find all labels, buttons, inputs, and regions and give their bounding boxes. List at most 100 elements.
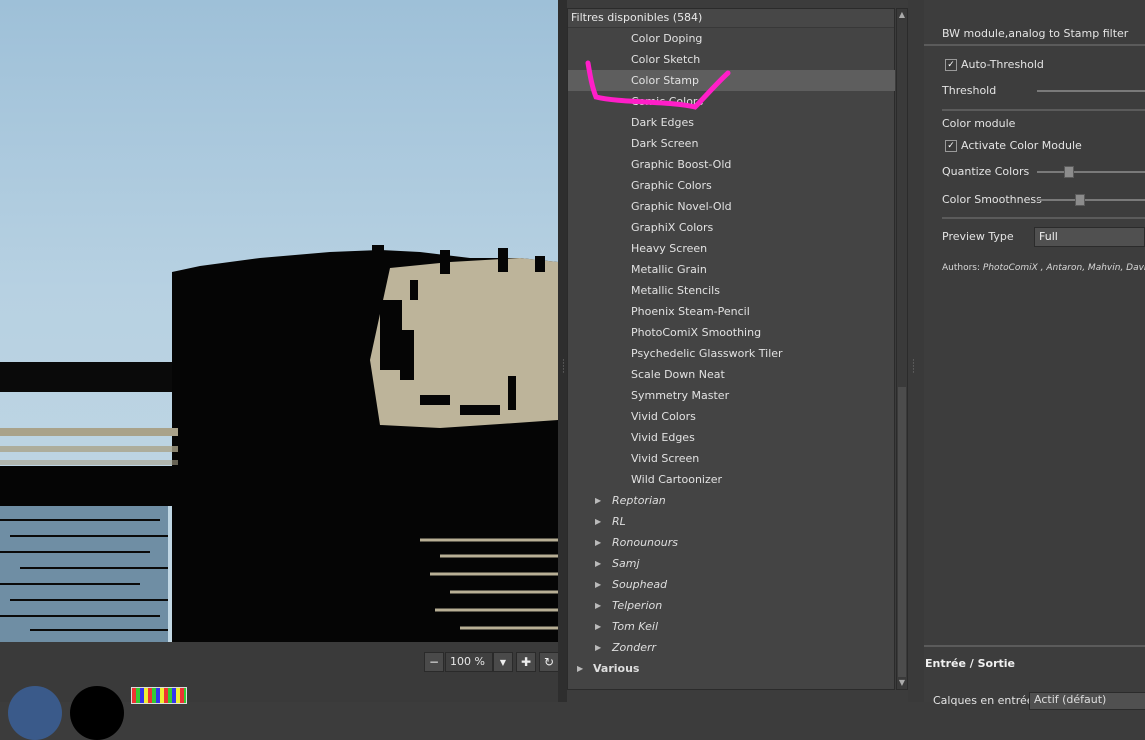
authors-names: PhotoComiX , Antaron, Mahvin, David (982, 263, 1145, 273)
filter-item-label: Dark Screen (631, 137, 699, 150)
filter-group[interactable]: ▶ Tom Keil (568, 616, 895, 637)
filter-item[interactable]: Graphic Boost-Old (568, 154, 895, 175)
filter-item[interactable]: GraphiX Colors (568, 217, 895, 238)
filter-item-label: Scale Down Neat (631, 368, 725, 381)
filter-item[interactable]: Vivid Edges (568, 427, 895, 448)
filter-item[interactable]: Graphic Colors (568, 175, 895, 196)
filter-item[interactable]: Dark Screen (568, 133, 895, 154)
threshold-label: Threshold (942, 84, 997, 97)
filter-item-label: Vivid Edges (631, 431, 695, 444)
check-icon: ✓ (947, 60, 955, 70)
preview-canvas[interactable] (0, 0, 558, 642)
filter-item[interactable]: Phoenix Steam-Pencil (568, 301, 895, 322)
filter-item-label: Metallic Stencils (631, 284, 720, 297)
filter-item-label: Metallic Grain (631, 263, 707, 276)
authors-line: Authors: PhotoComiX , Antaron, Mahvin, D… (942, 263, 1145, 273)
filter-item-label: Wild Cartoonizer (631, 473, 723, 486)
refresh-button[interactable]: ↻ (539, 652, 559, 672)
expand-arrow-icon[interactable]: ▶ (595, 637, 601, 658)
activate-color-checkbox[interactable]: ✓ (945, 140, 957, 152)
authors-label: Authors: (942, 263, 981, 273)
thumbnail-logo[interactable] (8, 686, 62, 740)
filter-item-label: Graphic Novel-Old (631, 200, 732, 213)
grip-icon: · · · · · (912, 356, 915, 378)
scroll-up-icon[interactable]: ▲ (897, 9, 907, 21)
threshold-slider[interactable] (1037, 90, 1145, 92)
filter-item-label: Graphic Colors (631, 179, 712, 192)
divider (942, 109, 1145, 111)
scrollbar-thumb[interactable] (898, 387, 906, 677)
filter-group-top[interactable]: ▶ Various (568, 658, 895, 679)
filter-list-scrollbar[interactable]: ▲ ▼ (896, 8, 908, 690)
filter-item-label: GraphiX Colors (631, 221, 714, 234)
filter-item[interactable]: Vivid Colors (568, 406, 895, 427)
filter-item-label: Vivid Colors (631, 410, 696, 423)
preview-image (0, 245, 558, 642)
filter-group[interactable]: ▶ Samj (568, 553, 895, 574)
quantize-colors-handle[interactable] (1064, 166, 1074, 178)
filter-item[interactable]: Metallic Grain (568, 259, 895, 280)
filter-group[interactable]: ▶ Zonderr (568, 637, 895, 658)
filter-item-label: Phoenix Steam-Pencil (631, 305, 750, 318)
check-icon: ✓ (947, 141, 955, 151)
color-smoothness-slider[interactable] (1037, 199, 1145, 201)
filter-group-label: Telperion (612, 599, 663, 612)
filter-item-label: Psychedelic Glasswork Tiler (631, 347, 783, 360)
color-smoothness-handle[interactable] (1075, 194, 1085, 206)
input-layers-select[interactable]: Actif (défaut) (1029, 692, 1145, 710)
zoom-dropdown-button[interactable]: ▼ (493, 652, 513, 672)
zoom-value[interactable]: 100 % (445, 652, 493, 672)
scroll-down-icon[interactable]: ▼ (897, 677, 907, 689)
filter-group[interactable]: ▶ Ronounours (568, 532, 895, 553)
filter-item[interactable]: Psychedelic Glasswork Tiler (568, 343, 895, 364)
zoom-in-button[interactable]: ✚ (516, 652, 536, 672)
filter-list-header: Filtres disponibles (584) (568, 9, 894, 28)
splitter-left[interactable]: · · · · · (558, 0, 567, 702)
filter-group-label: Various (593, 662, 640, 675)
filter-item[interactable]: PhotoComiX Smoothing (568, 322, 895, 343)
expand-arrow-icon[interactable]: ▶ (595, 511, 601, 532)
filter-item[interactable]: Scale Down Neat (568, 364, 895, 385)
filter-item[interactable]: Symmetry Master (568, 385, 895, 406)
divider (924, 645, 1145, 647)
annotation-highlight (585, 60, 731, 110)
auto-threshold-checkbox[interactable]: ✓ (945, 59, 957, 71)
filter-group-label: Zonderr (612, 641, 657, 654)
minus-icon: − (428, 655, 440, 669)
filter-item[interactable]: Wild Cartoonizer (568, 469, 895, 490)
filter-item[interactable]: Heavy Screen (568, 238, 895, 259)
thumbnail-palette[interactable] (131, 687, 187, 704)
filter-item-label: Symmetry Master (631, 389, 730, 402)
refresh-icon: ↻ (543, 655, 555, 669)
divider (924, 44, 1145, 46)
preview-type-select[interactable]: Full (1034, 227, 1145, 247)
expand-arrow-icon[interactable]: ▶ (595, 490, 601, 511)
quantize-colors-slider[interactable] (1037, 171, 1145, 173)
filter-item-label: Vivid Screen (631, 452, 700, 465)
filter-item[interactable]: Color Doping (568, 28, 895, 49)
expand-arrow-icon[interactable]: ▶ (577, 658, 583, 679)
filter-item-label: Heavy Screen (631, 242, 708, 255)
filter-group[interactable]: ▶ Souphead (568, 574, 895, 595)
quantize-colors-label: Quantize Colors (942, 165, 1030, 178)
filter-group-label: RL (612, 515, 626, 528)
divider (942, 217, 1145, 219)
filter-group[interactable]: ▶ Telperion (568, 595, 895, 616)
filter-item[interactable]: Metallic Stencils (568, 280, 895, 301)
color-module-title: Color module (942, 117, 1016, 130)
filter-group-label: Reptorian (612, 494, 666, 507)
filter-item[interactable]: Vivid Screen (568, 448, 895, 469)
splitter-right[interactable]: · · · · · (908, 0, 924, 702)
filter-group[interactable]: ▶ Reptorian (568, 490, 895, 511)
thumbnail-black[interactable] (70, 686, 124, 740)
filter-item[interactable]: Graphic Novel-Old (568, 196, 895, 217)
zoom-out-button[interactable]: − (424, 652, 444, 672)
filter-description: BW module,analog to Stamp filter (942, 27, 1129, 40)
filter-group[interactable]: ▶ RL (568, 511, 895, 532)
expand-arrow-icon[interactable]: ▶ (595, 532, 601, 553)
expand-arrow-icon[interactable]: ▶ (595, 616, 601, 637)
expand-arrow-icon[interactable]: ▶ (595, 595, 601, 616)
expand-arrow-icon[interactable]: ▶ (595, 574, 601, 595)
expand-arrow-icon[interactable]: ▶ (595, 553, 601, 574)
color-smoothness-label: Color Smoothness (942, 193, 1042, 206)
